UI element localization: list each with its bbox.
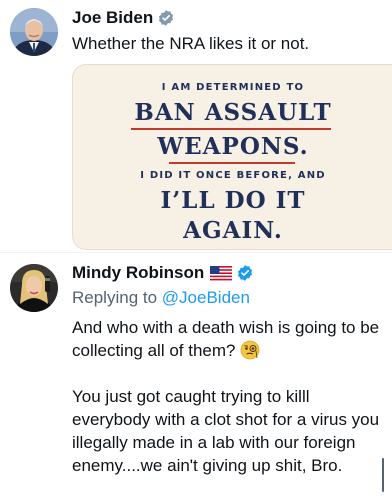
replying-to-label: Replying to [72, 288, 162, 307]
media-line-1: I AM DETERMINED TO [161, 82, 305, 93]
author-name[interactable]: Mindy Robinson [72, 263, 204, 283]
author-name[interactable]: Joe Biden [72, 8, 153, 28]
media-line-5: I’LL DO IT [160, 187, 306, 214]
avatar-image [10, 8, 58, 56]
media-line-2: BAN ASSAULT [134, 99, 332, 126]
tweet-text-1: And who with a death wish is going to be… [72, 318, 380, 360]
author-name-row: Mindy Robinson [72, 263, 254, 283]
scrollbar-thumb[interactable] [382, 458, 384, 492]
media-line-6: AGAIN. [183, 217, 283, 244]
avatar-image [10, 264, 58, 312]
gray-verified-badge-icon[interactable] [157, 9, 175, 27]
replying-to-handle-link[interactable]: @JoeBiden [162, 288, 250, 307]
media-line-3: WEAPONS. [157, 133, 309, 160]
monocle-face-emoji-icon [240, 340, 260, 360]
blue-verified-badge-icon[interactable] [236, 264, 254, 282]
media-underline-1 [131, 128, 331, 130]
tweet-divider [0, 252, 392, 253]
tweet-media-image[interactable]: I AM DETERMINED TO BAN ASSAULT WEAPONS. … [72, 64, 392, 250]
replying-to-line: Replying to @JoeBiden [72, 288, 250, 308]
avatar-joe-biden[interactable] [10, 8, 58, 56]
tweet-text-paragraph-2: You just got caught trying to killl ever… [72, 387, 380, 475]
media-line-4: I DID IT ONCE BEFORE, AND [140, 170, 326, 181]
us-flag-icon [210, 265, 233, 281]
author-name-row: Joe Biden [72, 8, 175, 28]
media-underline-2 [169, 162, 295, 164]
tweet-text-paragraph-1: And who with a death wish is going to be… [72, 316, 382, 362]
avatar-mindy-robinson[interactable] [10, 264, 58, 312]
tweet-text: Whether the NRA likes it or not. [72, 34, 310, 53]
